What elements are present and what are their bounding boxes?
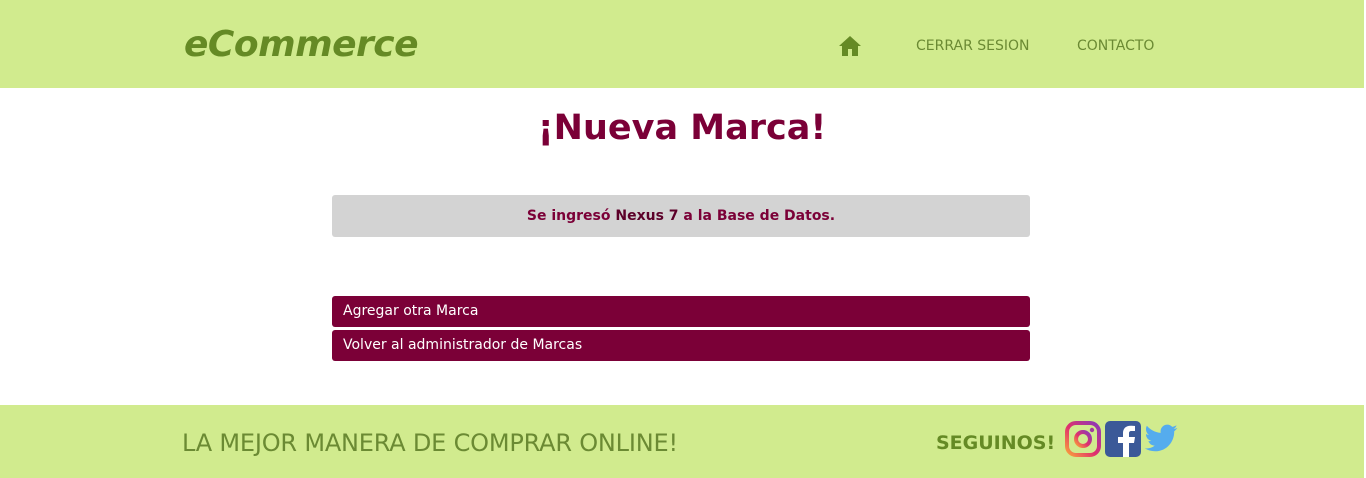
logout-link[interactable]: CERRAR SESION [916, 38, 1030, 54]
alert-brand-name: Nexus 7 [615, 208, 679, 224]
success-alert: Se ingresó Nexus 7 a la Base de Datos. [332, 195, 1030, 237]
add-another-brand-button[interactable]: Agregar otra Marca [332, 296, 1030, 327]
header: eCommerce CERRAR SESION CONTACTO [0, 0, 1364, 88]
follow-label: SEGUINOS! [936, 432, 1056, 454]
brand-logo[interactable]: eCommerce [184, 24, 419, 65]
alert-suffix: a la Base de Datos. [678, 208, 836, 224]
alert-prefix: Se ingresó [526, 208, 616, 224]
page-title: ¡Nueva Marca! [537, 108, 827, 148]
footer: LA MEJOR MANERA DE COMPRAR ONLINE! SEGUI… [0, 405, 1364, 478]
twitter-icon[interactable] [1143, 421, 1179, 457]
footer-slogan: LA MEJOR MANERA DE COMPRAR ONLINE! [182, 429, 678, 457]
instagram-icon[interactable] [1065, 421, 1101, 457]
back-to-brand-admin-button[interactable]: Volver al administrador de Marcas [332, 330, 1030, 361]
contact-link[interactable]: CONTACTO [1077, 38, 1154, 54]
home-icon[interactable] [838, 34, 862, 58]
facebook-icon[interactable] [1105, 421, 1141, 457]
